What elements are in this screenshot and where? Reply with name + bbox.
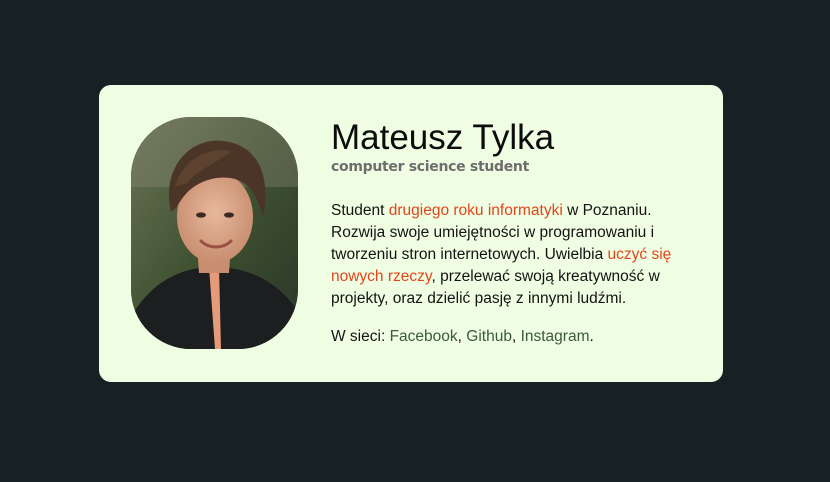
facebook-link[interactable]: Facebook xyxy=(390,328,458,345)
link-separator: , xyxy=(457,328,467,345)
instagram-link[interactable]: Instagram xyxy=(521,328,590,345)
portrait-image xyxy=(131,117,298,349)
bio-highlight: drugiego roku informatyki xyxy=(388,202,563,219)
bio-text: Student xyxy=(331,202,389,219)
profile-card: Mateusz Tylka computer science student S… xyxy=(99,85,723,382)
link-separator: , xyxy=(511,328,521,345)
profile-photo xyxy=(131,117,298,349)
github-link[interactable]: Github xyxy=(466,328,512,345)
profile-subtitle: computer science student xyxy=(331,159,529,175)
link-suffix: . xyxy=(589,328,594,345)
social-links-label: W sieci: xyxy=(331,328,390,345)
social-links: W sieci: Facebook, Github, Instagram. xyxy=(331,326,691,348)
profile-info: Mateusz Tylka computer science student S… xyxy=(331,119,691,348)
profile-name: Mateusz Tylka xyxy=(331,118,555,157)
bio-paragraph: Student drugiego roku informatyki w Pozn… xyxy=(331,200,691,310)
